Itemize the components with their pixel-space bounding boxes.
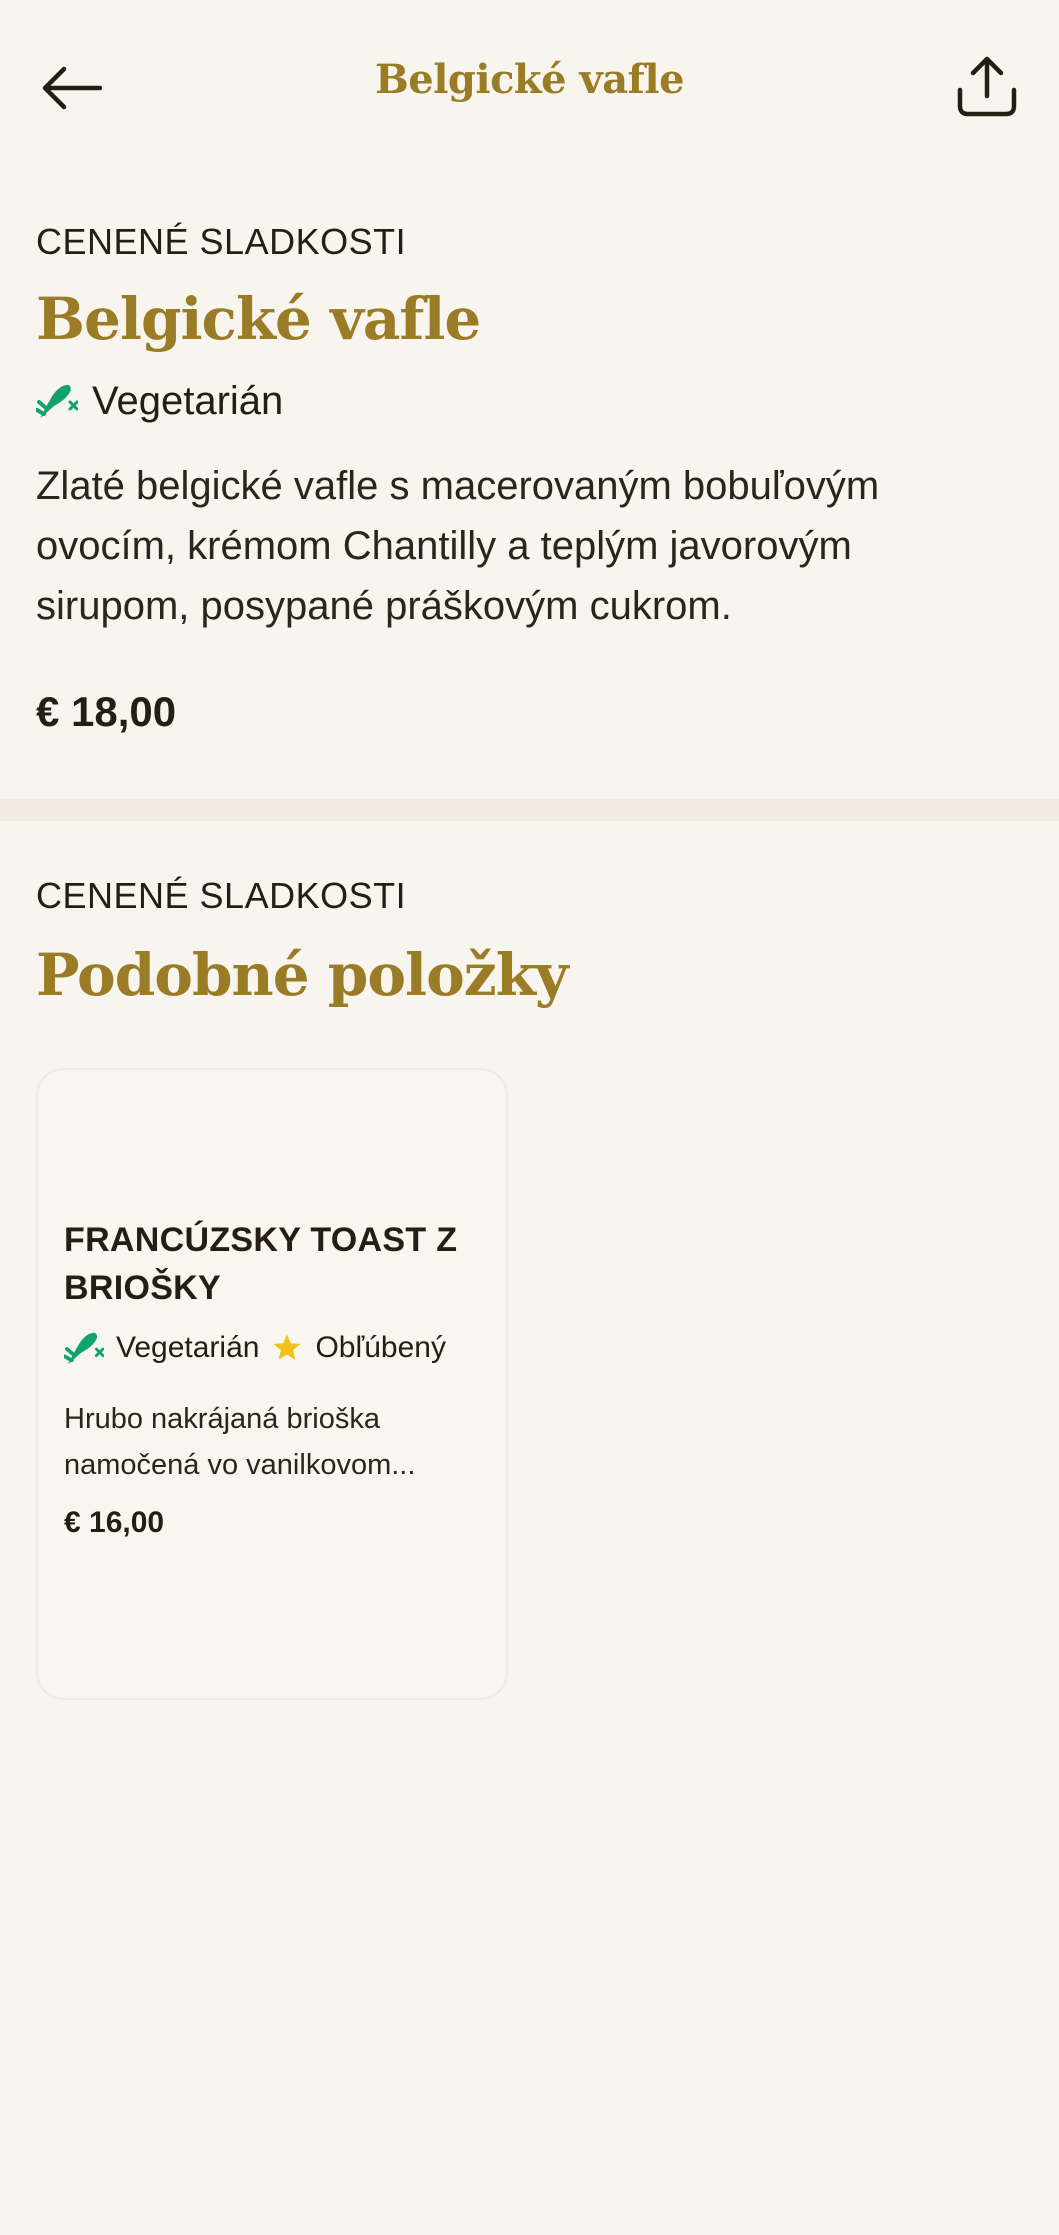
item-description: Zlaté belgické vafle s macerovaným bobuľ… — [36, 464, 880, 628]
card-body: FRANCÚZSKY TOAST Z BRIOŠKY Vegetarián Ob… — [64, 1216, 494, 1540]
item-category: CENENÉ SLADKOSTI — [36, 221, 407, 262]
back-button[interactable] — [36, 52, 108, 124]
vegetarian-icon — [36, 384, 78, 418]
diet-badge: Vegetarián — [36, 376, 1023, 426]
card-tags: Vegetarián Obľúbený — [64, 1326, 494, 1370]
item-price: € 18,00 — [36, 688, 177, 735]
app-header: Belgické vafle — [0, 0, 1059, 168]
share-icon — [957, 56, 1017, 117]
similar-item-card[interactable]: FRANCÚZSKY TOAST Z BRIOŠKY Vegetarián Ob… — [36, 1068, 508, 1700]
vegetarian-icon — [64, 1332, 104, 1365]
card-title: FRANCÚZSKY TOAST Z BRIOŠKY — [64, 1221, 458, 1307]
similar-section: CENENÉ SLADKOSTI Podobné položky — [36, 874, 1023, 1010]
similar-category: CENENÉ SLADKOSTI — [36, 875, 407, 916]
similar-title: Podobné položky — [36, 941, 569, 1009]
star-icon — [271, 1332, 303, 1364]
share-button[interactable] — [951, 48, 1023, 124]
card-diet-label: Vegetarián — [116, 1331, 260, 1364]
card-price: € 16,00 — [64, 1506, 165, 1539]
item-title: Belgické vafle — [36, 285, 481, 353]
header-title: Belgické vafle — [374, 56, 685, 103]
arrow-left-icon — [42, 66, 102, 110]
card-favorite-label: Obľúbený — [315, 1331, 446, 1364]
card-description: Hrubo nakrájaná brioška namočená vo vani… — [64, 1403, 416, 1481]
section-divider — [0, 799, 1059, 821]
item-detail: CENENÉ SLADKOSTI Belgické vafle Vegetari… — [36, 220, 1023, 736]
diet-label: Vegetarián — [92, 378, 284, 423]
